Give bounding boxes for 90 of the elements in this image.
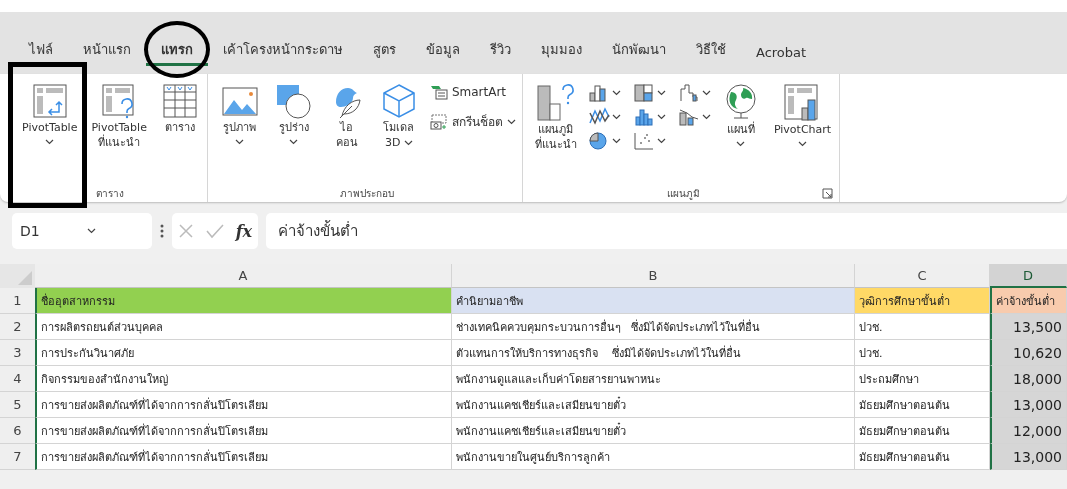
ribbon-tab[interactable]: นักพัฒนา: [597, 35, 681, 66]
column-header[interactable]: C: [855, 264, 990, 288]
ribbon-button[interactable]: แผนที่: [717, 80, 764, 152]
ribbon-tab[interactable]: วิธีใช้: [681, 35, 741, 66]
ribbon-button[interactable]: PivotTable: [18, 80, 82, 150]
ribbon-tab[interactable]: รีวิว: [475, 35, 526, 66]
ribbon-button[interactable]: SmartArt: [427, 82, 518, 102]
header-cell: วุฒิการศึกษาขั้นต่ำ: [855, 288, 990, 314]
table-cell: 13,500: [990, 314, 1067, 340]
caret-icon: [701, 90, 711, 96]
caret-icon: [611, 114, 621, 120]
scatter-chart-icon: [632, 131, 655, 151]
ribbon-button[interactable]: โมเดล 3D: [375, 80, 422, 152]
ribbon-tab[interactable]: แทรก: [146, 35, 208, 66]
hierarchy-chart-icon: [632, 83, 655, 103]
smartart-icon: [429, 84, 448, 100]
ribbon-button[interactable]: ตาราง: [156, 80, 203, 137]
column-header[interactable]: A: [35, 264, 452, 288]
column-header[interactable]: B: [452, 264, 855, 288]
row-header[interactable]: 2: [0, 314, 35, 340]
insert-function-button[interactable]: fx: [235, 221, 253, 241]
ribbon-tab[interactable]: เค้าโครงหน้ากระดาษ: [208, 35, 358, 66]
caret-icon: [656, 90, 666, 96]
table-cell: พนักงานแคชเชียร์และเสมียนขายตั๋ว: [452, 418, 855, 444]
caret-icon: [701, 114, 711, 120]
table-cell: พนักงานขายในศูนย์บริการลูกค้า: [452, 444, 855, 470]
table-cell: ตัวแทนการให้บริการทางธุรกิจ ซึ่งมิได้จัดประเภทไว้ในที่อื่น: [452, 340, 855, 366]
ribbon-button[interactable]: PivotChart: [769, 80, 836, 152]
combo-chart-icon: [677, 107, 700, 127]
row-header[interactable]: 7: [0, 444, 35, 470]
ribbon-button[interactable]: ไอ คอน: [323, 80, 370, 152]
pie-chart-icon: [587, 131, 610, 151]
row-header[interactable]: 1: [0, 288, 35, 314]
chart-type-button[interactable]: [676, 106, 712, 128]
table-cell: การขายส่งผลิตภัณฑ์ที่ได้จากการกลั่นปิโตรเลียม: [35, 392, 452, 418]
ribbon-button[interactable]: แผนภูมิ ที่แนะนำ: [530, 80, 581, 154]
table-cell: การขายส่งผลิตภัณฑ์ที่ได้จากการกลั่นปิโตรเลียม: [35, 444, 452, 470]
name-box[interactable]: D1: [12, 213, 152, 249]
group-label: แผนภูมิ: [666, 186, 700, 201]
table-cell: การผลิตรถยนต์ส่วนบุคคล: [35, 314, 452, 340]
check-icon[interactable]: [205, 223, 224, 239]
bar-chart-question-icon: [534, 82, 577, 122]
table-cell: พนักงานแคชเชียร์และเสมียนขายตั๋ว: [452, 392, 855, 418]
camera-icon: [429, 113, 448, 130]
caret-icon: [656, 114, 666, 120]
ribbon-button[interactable]: รูปร่าง: [269, 80, 318, 150]
table-icon: [160, 82, 199, 120]
ribbon-tab[interactable]: มุมมอง: [526, 35, 597, 66]
chart-type-button[interactable]: [586, 130, 622, 152]
chart-type-button[interactable]: [631, 82, 667, 104]
row-header[interactable]: 5: [0, 392, 35, 418]
row-header[interactable]: 4: [0, 366, 35, 392]
pivot-table-icon: [30, 82, 69, 120]
table-cell: 12,000: [990, 418, 1067, 444]
table-cell: ช่างเทคนิคควบคุมกระบวนการอื่นๆ ซึ่งมิได้จัดประเภทไว้ในที่อื่น: [452, 314, 855, 340]
ribbon-button[interactable]: สกรีนช็อต: [427, 110, 518, 133]
ribbon-button[interactable]: รูปภาพ: [215, 80, 264, 150]
table-cell: การขายส่งผลิตภัณฑ์ที่ได้จากการกลั่นปิโตรเลียม: [35, 418, 452, 444]
caret-icon: [611, 138, 621, 144]
column-header[interactable]: D: [990, 264, 1067, 288]
row-header[interactable]: 6: [0, 418, 35, 444]
ribbon-tab[interactable]: ไฟล์: [14, 35, 68, 66]
more-options-icon[interactable]: [160, 224, 164, 238]
dialog-launcher-icon[interactable]: [822, 187, 834, 199]
ribbon-button[interactable]: PivotTable ที่แนะนำ: [87, 80, 151, 152]
ribbon-tab[interactable]: ข้อมูล: [411, 35, 475, 66]
table-cell: 18,000: [990, 366, 1067, 392]
table-cell: 10,620: [990, 340, 1067, 366]
table-cell: กิจกรรมของสำนักงานใหญ่: [35, 366, 452, 392]
ribbon-tab[interactable]: สูตร: [358, 35, 411, 66]
waterfall-chart-icon: [677, 83, 700, 103]
header-cell: ค่าจ้างขั้นต่ำ: [990, 288, 1067, 314]
table-cell: พนักงานดูแลและเก็บค่าโดยสารยานพาหนะ: [452, 366, 855, 392]
caret-icon: [611, 90, 621, 96]
table-cell: 13,000: [990, 444, 1067, 470]
caret-icon: [656, 138, 666, 144]
caret-icon: [87, 228, 97, 234]
line-chart-icon: [587, 107, 610, 127]
ribbon-tab[interactable]: Acrobat: [741, 41, 822, 66]
table-cell: การประกันวินาศภัย: [35, 340, 452, 366]
ribbon-tab[interactable]: หน้าแรก: [68, 35, 146, 66]
header-cell: คำนิยามอาชีพ: [452, 288, 855, 314]
histogram-icon: [632, 107, 655, 127]
table-cell: 13,000: [990, 392, 1067, 418]
chart-type-button[interactable]: [586, 82, 622, 104]
header-cell: ชื่ออุตสาหกรรม: [35, 288, 452, 314]
row-header[interactable]: 3: [0, 340, 35, 366]
formula-field[interactable]: ค่าจ้างขั้นต่ำ: [266, 213, 1067, 249]
group-label: ภาพประกอบ: [339, 186, 394, 201]
group-label: ตาราง: [96, 186, 125, 201]
